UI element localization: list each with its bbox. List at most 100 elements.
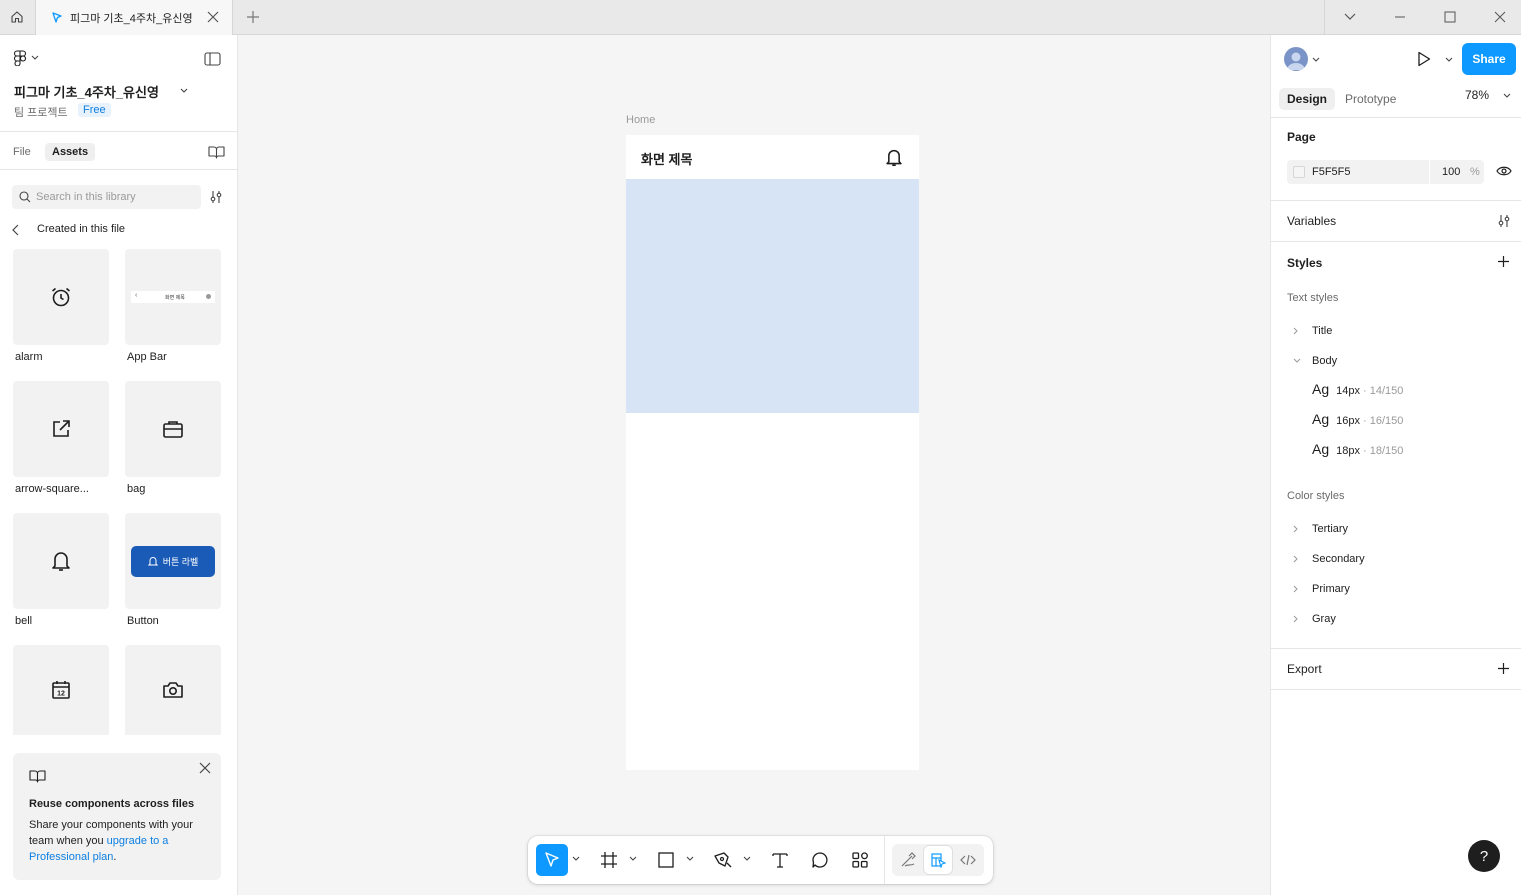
asset-alarm[interactable]: [13, 249, 109, 345]
minimize-button[interactable]: [1375, 0, 1425, 34]
text-styles-heading: Text styles: [1287, 292, 1339, 304]
chevron-right-icon[interactable]: [1293, 615, 1299, 623]
frame-label[interactable]: Home: [626, 114, 655, 126]
maximize-icon: [1444, 11, 1456, 23]
asset-bag[interactable]: [125, 381, 221, 477]
chevron-down-icon[interactable]: [743, 856, 751, 862]
variables-title[interactable]: Variables: [1287, 214, 1336, 228]
color-style-group[interactable]: Primary: [1312, 583, 1350, 595]
text-tool[interactable]: [764, 844, 796, 876]
svg-text:12: 12: [57, 691, 65, 698]
chevron-down-icon[interactable]: [1503, 93, 1511, 99]
frame-tool[interactable]: [593, 844, 625, 876]
maximize-button[interactable]: [1425, 0, 1475, 34]
text-style-group-body[interactable]: Body: [1312, 355, 1337, 367]
tab-assets[interactable]: Assets: [45, 143, 96, 161]
back-icon[interactable]: [12, 224, 20, 236]
draw-mode-button[interactable]: [894, 846, 922, 874]
toggle-sidebar-button[interactable]: [204, 52, 221, 66]
tab-prototype[interactable]: Prototype: [1337, 88, 1404, 110]
tab-design[interactable]: Design: [1279, 88, 1336, 110]
text-style-group-title[interactable]: Title: [1312, 325, 1332, 337]
text-style-name: 18px: [1336, 445, 1360, 457]
dev-mode-button[interactable]: [954, 846, 982, 874]
app-bar-thumbnail: ‹ 화면 제목: [131, 291, 215, 303]
button-thumb-label: 버튼 라벨: [162, 556, 199, 567]
bell-icon: [52, 552, 70, 571]
chevron-down-icon[interactable]: [180, 88, 188, 94]
new-tab-icon[interactable]: [245, 9, 261, 25]
chevron-down-icon[interactable]: [1293, 358, 1301, 364]
avatar[interactable]: [1284, 47, 1308, 71]
library-search[interactable]: [12, 185, 201, 209]
home-button[interactable]: [0, 0, 34, 34]
plus-icon[interactable]: [1497, 662, 1510, 675]
text-style-item[interactable]: Ag 16px · 16/150: [1312, 411, 1403, 427]
search-input[interactable]: [36, 185, 196, 209]
asset-app-bar[interactable]: ‹ 화면 제목: [125, 249, 221, 345]
color-style-group[interactable]: Gray: [1312, 613, 1336, 625]
home-frame[interactable]: 화면 제목: [626, 135, 919, 770]
plus-icon[interactable]: [1497, 255, 1510, 268]
text-style-item[interactable]: Ag 14px · 14/150: [1312, 381, 1403, 397]
minimize-icon: [1395, 16, 1405, 18]
library-button[interactable]: [208, 145, 225, 159]
chevron-down-icon[interactable]: [629, 856, 637, 862]
asset-calendar[interactable]: 12: [13, 645, 109, 735]
text-style-sample: Ag: [1312, 411, 1330, 427]
chevron-down-icon[interactable]: [1445, 57, 1453, 63]
chevron-right-icon[interactable]: [1293, 327, 1299, 335]
project-title[interactable]: 피그마 기초_4주차_유신영: [14, 82, 159, 101]
chevron-right-icon[interactable]: [1293, 555, 1299, 563]
toolbar-divider: [884, 836, 885, 884]
chevron-right-icon[interactable]: [1293, 525, 1299, 533]
present-button[interactable]: [1417, 51, 1431, 67]
chevron-down-icon[interactable]: [686, 856, 694, 862]
asset-bell[interactable]: [13, 513, 109, 609]
chevron-right-icon[interactable]: [1293, 585, 1299, 593]
page-opacity[interactable]: 100: [1442, 166, 1460, 178]
promo-body-suffix: .: [113, 851, 117, 863]
asset-camera[interactable]: [125, 645, 221, 735]
page-color-hex[interactable]: F5F5F5: [1312, 166, 1351, 178]
comment-tool[interactable]: [804, 844, 836, 876]
close-tab-icon[interactable]: [206, 10, 220, 24]
chevron-down-icon: [31, 55, 39, 60]
library-settings-button[interactable]: [209, 190, 223, 204]
file-tab[interactable]: 피그마 기초_4주차_유신영: [35, 0, 233, 35]
help-button[interactable]: ?: [1468, 840, 1500, 872]
chevron-down-icon[interactable]: [1312, 57, 1320, 63]
asset-button[interactable]: 버튼 라벨: [125, 513, 221, 609]
hero-rectangle: [626, 179, 919, 413]
play-icon: [1418, 51, 1431, 67]
chevron-down-icon: [1344, 13, 1356, 20]
draw-icon: [901, 852, 916, 867]
close-window-button[interactable]: [1475, 0, 1521, 34]
move-tool[interactable]: [536, 844, 568, 876]
sliders-icon[interactable]: [1497, 214, 1511, 228]
divider: [0, 169, 238, 170]
design-mode-button[interactable]: [924, 846, 952, 874]
color-styles-heading: Color styles: [1287, 490, 1345, 502]
pen-tool[interactable]: [707, 844, 739, 876]
eye-icon[interactable]: [1496, 165, 1512, 177]
bell-icon: [147, 556, 158, 565]
book-icon: [29, 770, 46, 783]
asset-arrow-square[interactable]: [13, 381, 109, 477]
mode-switcher: [892, 844, 984, 876]
tab-list-button[interactable]: [1325, 0, 1375, 34]
page-color-field[interactable]: F5F5F5 100 %: [1287, 160, 1484, 184]
close-icon[interactable]: [199, 762, 211, 774]
tab-file[interactable]: File: [6, 143, 38, 161]
rectangle-tool[interactable]: [650, 844, 682, 876]
team-project-label[interactable]: 팀 프로젝트: [14, 104, 68, 120]
share-button[interactable]: Share: [1462, 43, 1516, 75]
text-style-item[interactable]: Ag 18px · 18/150: [1312, 441, 1403, 457]
main-menu-button[interactable]: [13, 50, 39, 66]
chevron-down-icon[interactable]: [572, 856, 580, 862]
color-style-group[interactable]: Secondary: [1312, 553, 1365, 565]
actions-tool[interactable]: [844, 844, 876, 876]
zoom-level[interactable]: 78%: [1465, 88, 1489, 102]
color-style-group[interactable]: Tertiary: [1312, 523, 1348, 535]
color-swatch[interactable]: [1293, 166, 1305, 178]
